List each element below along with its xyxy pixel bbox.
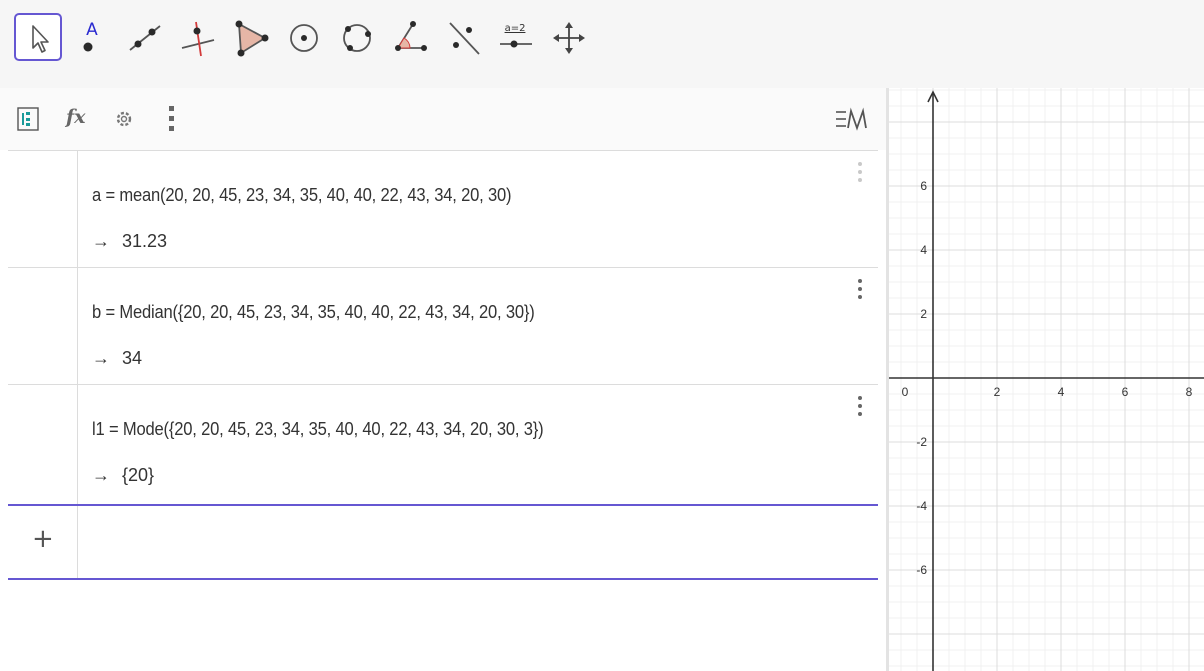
output-arrow-icon: → <box>92 465 110 485</box>
x-tick-label: 6 <box>1122 385 1129 399</box>
polygon-tool-button[interactable] <box>226 13 274 61</box>
y-tick-label: 4 <box>920 243 927 257</box>
add-gutter: + <box>8 506 78 578</box>
algebra-header: fx <box>0 88 886 150</box>
input-bar-button[interactable]: fx <box>62 104 92 134</box>
y-tick-label: -2 <box>916 435 927 449</box>
algebra-output: → 34 <box>92 348 142 369</box>
angle-tool-button[interactable] <box>385 13 433 61</box>
slider-tool-button[interactable]: a=2 <box>491 13 539 61</box>
output-value: 31.23 <box>122 231 168 251</box>
row-menu-icon[interactable] <box>854 276 866 304</box>
new-input-row[interactable]: + <box>8 504 878 580</box>
row-marble-gutter[interactable] <box>8 385 78 505</box>
circle-center-icon <box>290 24 318 52</box>
x-tick-label: 0 <box>902 385 909 399</box>
reflect-about-line-tool-button[interactable] <box>438 13 486 61</box>
row-marble-gutter[interactable] <box>8 268 78 384</box>
output-arrow-icon: → <box>92 231 110 251</box>
algebra-output: → {20} <box>92 465 154 486</box>
move-graphics-view-tool-button[interactable] <box>544 13 592 61</box>
perpendicular-line-icon <box>181 21 215 57</box>
perpendicular-line-tool-button[interactable] <box>173 13 221 61</box>
x-tick-label: 2 <box>994 385 1001 399</box>
move-arrows-icon <box>553 22 585 54</box>
vertical-dots-icon <box>169 106 174 131</box>
output-value: {20} <box>122 465 155 485</box>
reflect-about-line-icon <box>449 22 480 55</box>
algebra-row-a[interactable]: a = mean(20, 20, 45, 23, 34, 35, 40, 40,… <box>8 150 878 267</box>
move-tool-button[interactable] <box>14 13 62 61</box>
algebra-row-b[interactable]: b = Median({20, 20, 45, 23, 34, 35, 40, … <box>8 267 878 384</box>
sort-button[interactable] <box>14 104 44 134</box>
graphics-view[interactable]: 0 2 4 6 8 6 4 2 -2 -4 -6 <box>889 88 1204 671</box>
sort-tree-icon <box>17 107 39 131</box>
gear-icon <box>116 111 132 127</box>
y-tick-label: 6 <box>920 179 927 193</box>
algebra-description-toggle[interactable] <box>834 106 870 134</box>
y-tick-label: 2 <box>920 307 927 321</box>
add-item-button[interactable]: + <box>32 524 54 554</box>
slider-icon <box>500 40 532 48</box>
minor-grid <box>889 88 1204 671</box>
algebra-view: fx a = mean(20, 20, 45, 23, 34, 35, 40, … <box>0 88 886 671</box>
x-tick-label: 4 <box>1058 385 1065 399</box>
output-arrow-icon: → <box>92 348 110 368</box>
graphics-canvas[interactable]: 0 2 4 6 8 6 4 2 -2 -4 -6 <box>889 88 1204 671</box>
output-value: 34 <box>122 348 143 368</box>
x-tick-label: 8 <box>1186 385 1193 399</box>
algebra-input-text[interactable]: a = mean(20, 20, 45, 23, 34, 35, 40, 40,… <box>92 185 512 206</box>
row-marble-gutter[interactable] <box>8 151 78 267</box>
algebra-input-text[interactable]: b = Median({20, 20, 45, 23, 34, 35, 40, … <box>92 302 535 323</box>
row-menu-icon[interactable] <box>854 159 866 187</box>
circle-three-points-icon <box>343 24 371 52</box>
y-tick-label: -6 <box>916 563 927 577</box>
point-tool-button[interactable]: A <box>67 13 115 61</box>
cursor-arrow-icon <box>32 25 49 53</box>
line-tool-button[interactable] <box>120 13 168 61</box>
angle-icon <box>395 21 427 51</box>
toolbar: A a=2 <box>0 0 1204 88</box>
row-menu-icon[interactable] <box>854 393 866 421</box>
algebra-output: → 31.23 <box>92 231 167 252</box>
fx-icon: fx <box>66 106 86 128</box>
y-tick-label: -4 <box>916 499 927 513</box>
algebra-input-text[interactable]: l1 = Mode({20, 20, 45, 23, 34, 35, 40, 4… <box>92 419 544 440</box>
circle-center-point-tool-button[interactable] <box>279 13 327 61</box>
settings-button[interactable] <box>110 104 140 134</box>
description-toggle-icon <box>836 107 867 131</box>
polygon-icon <box>235 20 269 57</box>
line-through-points-icon <box>129 25 161 51</box>
circle-three-points-tool-button[interactable] <box>332 13 380 61</box>
algebra-row-l1[interactable]: l1 = Mode({20, 20, 45, 23, 34, 35, 40, 4… <box>8 384 878 505</box>
point-label-icon: A <box>86 20 98 40</box>
more-options-button[interactable] <box>158 104 188 134</box>
